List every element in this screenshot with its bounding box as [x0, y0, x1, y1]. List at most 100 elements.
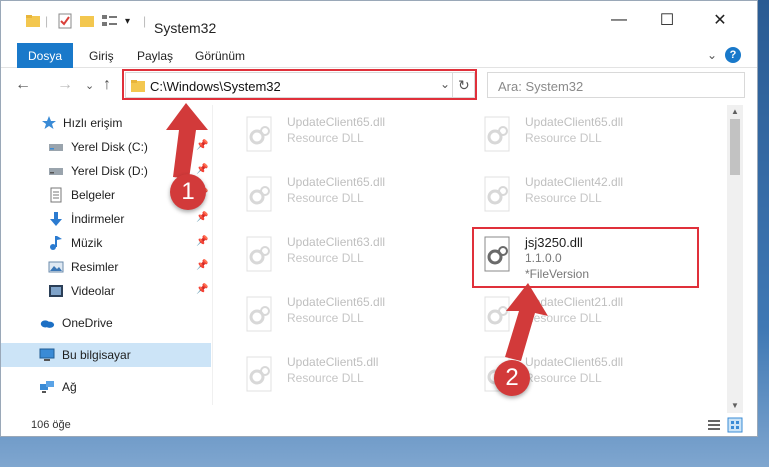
pin-icon: 📌 [196, 284, 209, 295]
tab-home[interactable]: Giriş [89, 49, 114, 63]
up-button[interactable]: ↑ [103, 76, 111, 94]
minimize-button[interactable]: — [604, 9, 634, 31]
computer-icon [39, 348, 55, 361]
cloud-icon [40, 320, 55, 328]
folder-icon[interactable] [25, 12, 41, 30]
file-name: UpdateClient65.dll [525, 355, 624, 369]
sidebar-item-music[interactable]: Müzik 📌 [1, 231, 211, 255]
pin-icon: 📌 [196, 236, 209, 247]
download-icon [50, 212, 62, 226]
search-input[interactable]: Ara: System32 [487, 72, 745, 98]
sidebar-item-label: Bu bilgisayar [62, 348, 131, 362]
scrollbar-thumb[interactable] [730, 119, 740, 175]
list-item[interactable]: UpdateClient63.dll Resource DLL [231, 229, 431, 279]
list-item[interactable]: UpdateClient42.dll Resource DLL [469, 169, 669, 219]
list-item[interactable]: UpdateClient65.dll Resource DLL [231, 289, 431, 339]
list-item[interactable]: UpdateClient65.dll Resource DLL [469, 109, 669, 159]
file-name: UpdateClient65.dll [287, 115, 386, 129]
recent-locations-button[interactable]: ⌄ [85, 79, 94, 92]
star-icon [42, 116, 56, 129]
sidebar-item-label: OneDrive [62, 316, 113, 330]
ribbon-tabs: Dosya Giriş Paylaş Görünüm ⌄ ? [1, 43, 757, 68]
file-name: UpdateClient21.dll [525, 295, 624, 309]
customize-toolbar-icon[interactable]: ▾ [125, 12, 130, 30]
properties-icon[interactable] [57, 12, 73, 30]
sidebar-item-downloads[interactable]: İndirmeler 📌 [1, 207, 211, 231]
file-name: UpdateClient5.dll [287, 355, 379, 369]
sidebar-item-label: Yerel Disk (C:) [71, 140, 148, 154]
network-icon [40, 381, 54, 393]
sidebar-item-label: Ağ [62, 380, 77, 394]
pictures-icon [48, 261, 64, 273]
file-name: UpdateClient63.dll [287, 235, 386, 249]
sidebar-item-videos[interactable]: Videolar 📌 [1, 279, 211, 303]
sidebar-item-local-disk-c[interactable]: Yerel Disk (C:) 📌 [1, 135, 211, 159]
file-highlight-box [472, 227, 699, 288]
expand-ribbon-icon[interactable]: ⌄ [707, 48, 717, 62]
file-type: Resource DLL [525, 131, 602, 145]
step-marker-1: 1 [170, 174, 206, 210]
view-icon[interactable] [101, 12, 119, 30]
navigation-pane: Hızlı erişim Yerel Disk (C:) 📌 Yerel Dis… [1, 105, 213, 405]
close-button[interactable]: ✕ [705, 9, 735, 31]
file-name: UpdateClient65.dll [287, 295, 386, 309]
sidebar-item-label: Hızlı erişim [63, 116, 123, 130]
drive-icon [49, 144, 63, 151]
sidebar-item-pictures[interactable]: Resimler 📌 [1, 255, 211, 279]
list-item[interactable]: UpdateClient65.dll Resource DLL [231, 169, 431, 219]
sidebar-item-label: Müzik [71, 236, 103, 250]
tab-view[interactable]: Görünüm [195, 49, 245, 63]
video-icon [49, 285, 63, 297]
sidebar-item-this-pc[interactable]: Bu bilgisayar [1, 343, 211, 367]
new-folder-icon[interactable] [79, 12, 95, 30]
vertical-scrollbar[interactable]: ▲ ▼ [727, 105, 743, 413]
dll-file-icon [246, 296, 272, 332]
step-marker-2: 2 [494, 360, 530, 396]
status-bar: 106 öğe [1, 413, 757, 436]
large-icons-view-icon[interactable] [727, 417, 743, 433]
item-count: 106 öğe [31, 419, 71, 431]
sidebar-item-onedrive[interactable]: OneDrive [1, 311, 211, 335]
sidebar-item-network[interactable]: Ağ [1, 375, 211, 399]
window-title: System32 [154, 20, 217, 36]
pin-icon: 📌 [196, 164, 209, 175]
scroll-down-icon[interactable]: ▼ [731, 401, 739, 410]
scroll-up-icon[interactable]: ▲ [731, 107, 739, 116]
maximize-button[interactable]: ☐ [652, 9, 682, 31]
address-highlight-box [122, 69, 477, 100]
file-type: Resource DLL [287, 371, 364, 385]
dll-file-icon [246, 356, 272, 392]
file-name: UpdateClient65.dll [287, 175, 386, 189]
file-type: Resource DLL [287, 251, 364, 265]
dll-file-icon [484, 176, 510, 212]
sidebar-item-label: Resimler [71, 260, 119, 274]
drive-icon [49, 168, 63, 175]
file-name: UpdateClient42.dll [525, 175, 624, 189]
dll-file-icon [484, 116, 510, 152]
documents-icon [50, 187, 62, 203]
tab-share[interactable]: Paylaş [137, 49, 173, 63]
list-item[interactable]: UpdateClient21.dll Resource DLL [469, 289, 669, 339]
tab-file[interactable]: Dosya [17, 43, 73, 68]
pin-icon: 📌 [196, 260, 209, 271]
file-name: UpdateClient65.dll [525, 115, 624, 129]
sidebar-item-label: Yerel Disk (D:) [71, 164, 148, 178]
back-button[interactable]: ← [15, 76, 31, 94]
forward-button[interactable]: → [57, 76, 73, 94]
separator: | [143, 14, 147, 28]
pin-icon: 📌 [196, 212, 209, 223]
search-placeholder: Ara: System32 [498, 79, 584, 94]
file-type: Resource DLL [287, 131, 364, 145]
dll-file-icon [246, 116, 272, 152]
help-button[interactable]: ? [725, 47, 741, 63]
file-type: Resource DLL [525, 311, 602, 325]
details-view-icon[interactable] [707, 418, 721, 432]
separator: | [45, 14, 49, 28]
file-type: Resource DLL [287, 311, 364, 325]
pin-icon: 📌 [196, 140, 209, 151]
sidebar-item-quick-access[interactable]: Hızlı erişim [1, 111, 211, 135]
list-item[interactable]: UpdateClient5.dll Resource DLL [231, 349, 431, 399]
sidebar-item-label: Videolar [71, 284, 115, 298]
music-icon [50, 236, 62, 250]
list-item[interactable]: UpdateClient65.dll Resource DLL [231, 109, 431, 159]
